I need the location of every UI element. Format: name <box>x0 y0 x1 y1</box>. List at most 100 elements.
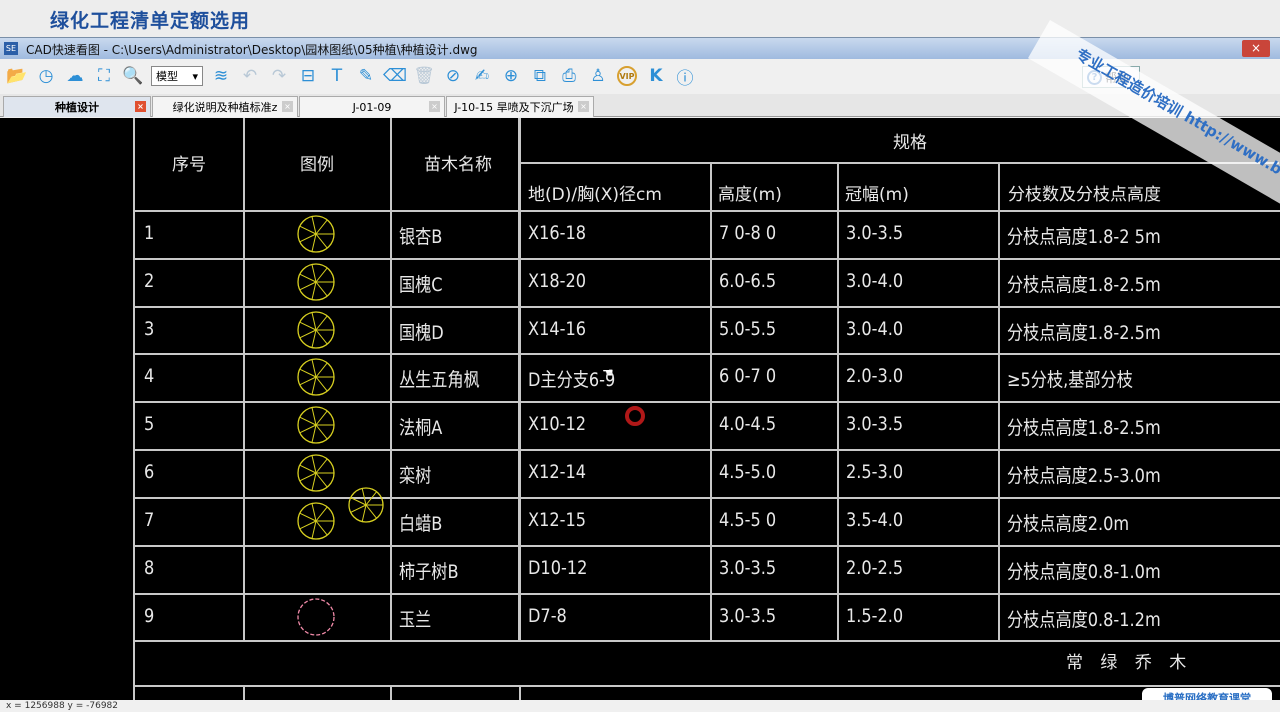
cell-height: 6 0-7 0 <box>719 365 777 387</box>
tab-label: J-10-15 旱喷及下沉广场 <box>454 101 574 114</box>
tab-planting-design[interactable]: 种植设计 × <box>3 96 151 117</box>
grid-line <box>135 640 1280 642</box>
cell-crown: 3.0-3.5 <box>846 413 904 435</box>
document-tabs: 种植设计 × 绿化说明及种植标准z × J-01-09 × J-10-15 旱喷及下沉… <box>0 94 1280 117</box>
vip-icon[interactable]: VIP <box>616 65 638 87</box>
cell-crown: 1.5-2.0 <box>846 605 904 627</box>
print-icon[interactable]: ⎙ <box>558 65 580 87</box>
cell-height: 4.5-5.0 <box>719 461 777 483</box>
history-icon[interactable]: ◷ <box>35 65 57 87</box>
close-tab-icon[interactable]: × <box>135 101 146 112</box>
header-diameter: 地(D)/胸(X)径cm <box>528 185 662 205</box>
cell-height: 6.0-6.5 <box>719 270 777 292</box>
plant-symbol-icon <box>297 311 335 349</box>
close-tab-icon[interactable]: × <box>578 101 589 112</box>
eraser-icon[interactable]: ⌫ <box>383 65 407 87</box>
close-tab-icon[interactable]: × <box>282 101 293 112</box>
undo-icon[interactable]: ↶ <box>239 65 261 87</box>
cell-branch: 分枝点高度1.8-2.5m <box>1007 417 1161 439</box>
cell-diameter: X18-20 <box>528 270 586 292</box>
zoom-window-icon[interactable]: 🔍 <box>122 65 144 87</box>
section-label: 常 绿 乔 木 <box>1066 653 1193 673</box>
info-icon[interactable]: ⓘ <box>674 65 696 89</box>
tab-j-01-09[interactable]: J-01-09 × <box>299 96 445 117</box>
header-spec: 规格 <box>893 133 927 153</box>
header-branch: 分枝数及分枝点高度 <box>1008 185 1161 205</box>
layers-icon[interactable]: ≋ <box>210 65 232 87</box>
plant-symbol-icon <box>297 598 335 636</box>
cell-crown: 3.5-4.0 <box>846 509 904 531</box>
grid-line <box>390 118 392 640</box>
model-select[interactable]: 模型 ▾ <box>151 66 203 86</box>
trash-icon[interactable]: 🗑 <box>413 65 435 87</box>
cell-name: 丛生五角枫 <box>399 369 480 391</box>
cell-height: 7 0-8 0 <box>719 222 777 244</box>
cell-no: 8 <box>144 557 155 579</box>
tab-label: J-01-09 <box>352 100 392 114</box>
plant-symbol-icon <box>297 215 335 253</box>
redo-icon[interactable]: ↷ <box>268 65 290 87</box>
chevron-down-icon: ▾ <box>192 69 198 83</box>
find-icon[interactable]: ⊕ <box>500 65 522 87</box>
grid-line <box>998 162 1000 640</box>
k-icon[interactable]: K <box>645 65 667 87</box>
close-button[interactable]: × <box>1242 40 1270 57</box>
drawing-canvas[interactable]: 序号 图例 苗木名称 规格 地(D)/胸(X)径cm 高度(m) 冠幅(m) 分… <box>0 118 1280 700</box>
help-icon: ? <box>1087 69 1102 85</box>
cell-diameter: X16-18 <box>528 222 586 244</box>
grid-line <box>135 401 1280 403</box>
close-tab-icon[interactable]: × <box>429 101 440 112</box>
tab-greening-notes[interactable]: 绿化说明及种植标准z × <box>152 96 298 117</box>
header-legend: 图例 <box>300 155 334 175</box>
cell-no: 6 <box>144 461 155 483</box>
fit-extents-icon[interactable]: ⛶ <box>93 65 115 87</box>
help-button[interactable]: ? 帮助 <box>1082 66 1140 88</box>
grid-line <box>135 306 1280 308</box>
model-select-value: 模型 <box>156 70 178 83</box>
header-no: 序号 <box>172 155 206 175</box>
measure-icon[interactable]: ⊟ <box>297 65 319 87</box>
tab-label: 绿化说明及种植标准z <box>172 101 278 114</box>
cell-name: 柿子树B <box>399 561 459 583</box>
plant-symbol-icon <box>297 263 335 301</box>
cell-no: 5 <box>144 413 155 435</box>
cell-branch: 分枝点高度1.8-2.5m <box>1007 322 1161 344</box>
plant-symbol-icon <box>297 406 335 444</box>
cell-no: 3 <box>144 318 155 340</box>
help-label: 帮助 <box>1105 70 1130 85</box>
app-icon: SE <box>4 42 18 55</box>
cell-crown: 3.0-4.0 <box>846 318 904 340</box>
cloud-icon[interactable]: ☁ <box>64 65 86 87</box>
cell-branch: 分枝点高度0.8-1.2m <box>1007 609 1161 631</box>
grid-line <box>135 497 1280 499</box>
user-icon[interactable]: ♙ <box>587 65 609 87</box>
header-name: 苗木名称 <box>424 155 492 175</box>
grid-line <box>390 685 392 700</box>
cell-branch: ≥5分枝,基部分枝 <box>1007 369 1133 391</box>
cell-name: 玉兰 <box>399 609 432 631</box>
cell-no: 2 <box>144 270 155 292</box>
compare-icon[interactable]: ⧉ <box>529 65 551 87</box>
cell-no: 9 <box>144 605 155 627</box>
cell-diameter: D主分支6-9 <box>528 369 616 391</box>
cell-crown: 3.0-3.5 <box>846 222 904 244</box>
banner-title: 绿化工程清单定额选用 <box>50 10 251 32</box>
grid-line <box>135 685 1280 687</box>
pen-icon[interactable]: ✎ <box>355 65 377 87</box>
header-crown: 冠幅(m) <box>845 185 909 205</box>
hide-icon[interactable]: ⊘ <box>442 65 464 87</box>
grid-line <box>133 118 135 700</box>
k-text: K <box>649 66 663 86</box>
cell-branch: 分枝点高度1.8-2.5m <box>1007 274 1161 296</box>
cell-no: 4 <box>144 365 155 387</box>
open-folder-icon[interactable]: 📂 <box>6 65 28 87</box>
cell-crown: 2.5-3.0 <box>846 461 904 483</box>
grid-line <box>243 685 245 700</box>
plant-symbol-icon <box>297 502 335 540</box>
tab-label: 种植设计 <box>55 101 99 114</box>
vip-text: VIP <box>617 66 637 86</box>
text-icon[interactable]: T <box>326 65 348 87</box>
tab-j-10-15[interactable]: J-10-15 旱喷及下沉广场 × <box>446 96 594 117</box>
annotate-icon[interactable]: ✍ <box>471 65 493 87</box>
grid-line <box>135 210 1280 212</box>
